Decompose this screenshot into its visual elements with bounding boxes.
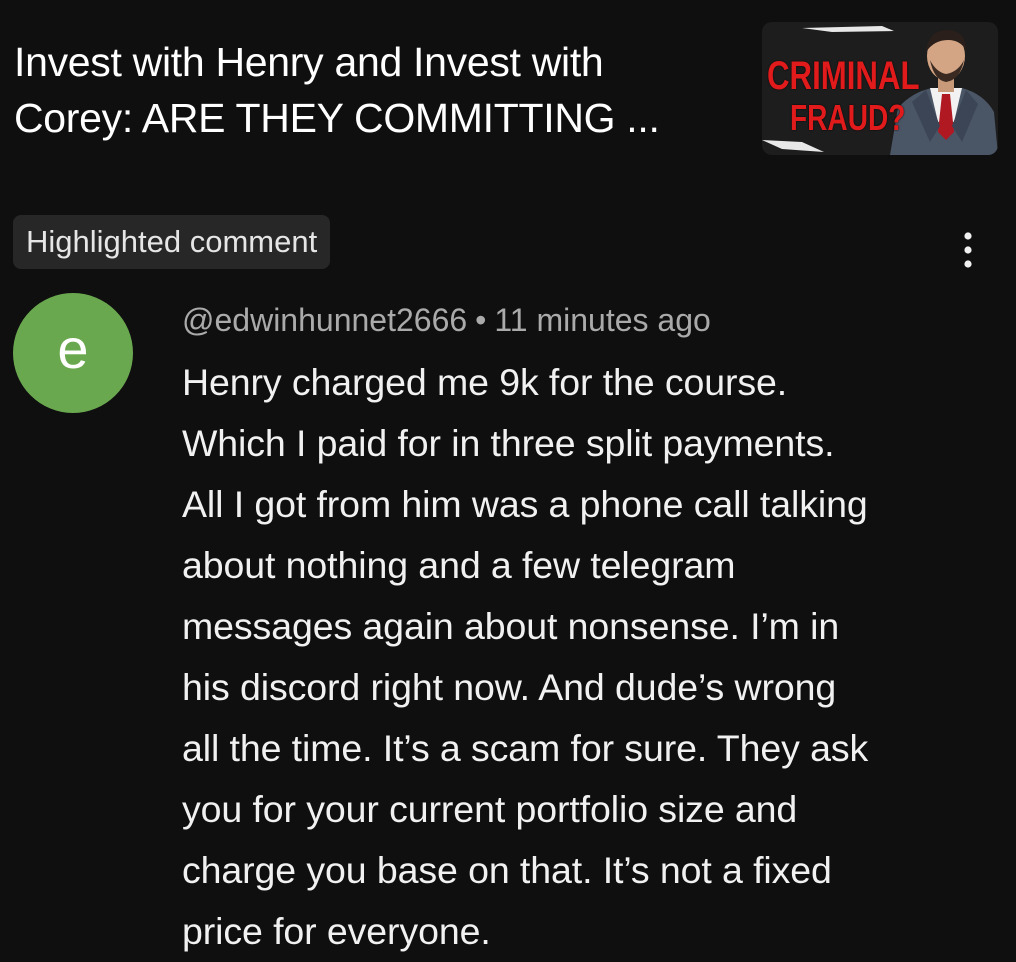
comment-text-line: messages again about nonsense. I’m in bbox=[182, 605, 840, 647]
video-title[interactable]: Invest with Henry and Invest with Corey:… bbox=[14, 34, 744, 146]
thumbnail-text: FRAUD? bbox=[790, 97, 906, 138]
comment-meta: @edwinhunnet2666 • 11 minutes ago bbox=[182, 298, 711, 342]
comment-text-line: you for your current portfolio size and bbox=[182, 788, 798, 830]
comment-author[interactable]: @edwinhunnet2666 bbox=[182, 302, 467, 338]
video-title-line: Corey: ARE THEY COMMITTING ... bbox=[14, 95, 660, 141]
comment-text-line: Henry charged me 9k for the course. bbox=[182, 361, 788, 403]
video-header[interactable]: Invest with Henry and Invest with Corey:… bbox=[0, 0, 1016, 190]
highlighted-comment-badge: Highlighted comment bbox=[13, 215, 331, 269]
comment-text-line: his discord right now. And dude’s wrong bbox=[182, 666, 837, 708]
comment-text-line: price for everyone. bbox=[182, 910, 491, 952]
comment-text-line: all the time. It’s a scam for sure. They… bbox=[182, 727, 869, 769]
comment-text: Henry charged me 9k for the course. Whic… bbox=[182, 352, 982, 962]
video-thumbnail[interactable]: CRIMINAL FRAUD? bbox=[762, 22, 998, 155]
comment-text-line: Which I paid for in three split payments… bbox=[182, 422, 835, 464]
comment-text-line: about nothing and a few telegram bbox=[182, 544, 736, 586]
comment-time[interactable]: 11 minutes ago bbox=[494, 302, 710, 338]
more-vert-icon[interactable] bbox=[952, 228, 984, 272]
avatar[interactable]: e bbox=[13, 293, 133, 413]
comment-text-line: charge you base on that. It’s not a fixe… bbox=[182, 849, 832, 891]
thumbnail-text: CRIMINAL bbox=[767, 54, 920, 98]
comment-text-line: All I got from him was a phone call talk… bbox=[182, 483, 868, 525]
meta-separator: • bbox=[475, 302, 487, 338]
video-title-line: Invest with Henry and Invest with bbox=[14, 39, 604, 85]
